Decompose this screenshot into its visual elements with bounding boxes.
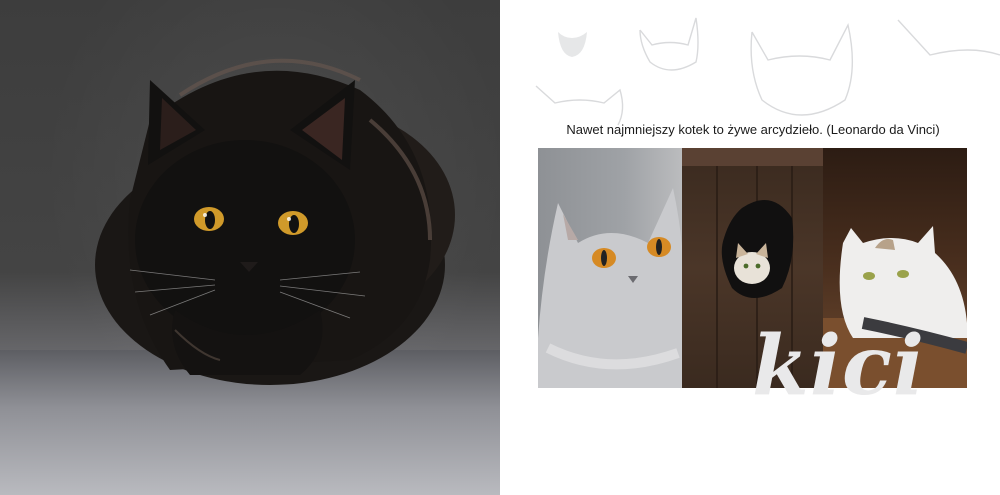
decorative-script-word: kici	[752, 318, 926, 414]
tabby-right-eye	[897, 270, 909, 278]
cat-head-doodle	[897, 19, 1000, 56]
right-page: Nawet najmniejszy kotek to żywe arcydzie…	[500, 0, 1000, 495]
cat-head-doodle	[750, 22, 854, 116]
cat-head-doodle	[535, 85, 624, 126]
eye-glint	[203, 213, 207, 217]
photo-book-spread: Nawet najmniejszy kotek to żywe arcydzie…	[0, 0, 1000, 495]
eye-glint	[287, 217, 291, 221]
quote-text: Nawet najmniejszy kotek to żywe arcydzie…	[566, 122, 940, 137]
gray-cat-illustration	[538, 188, 682, 388]
tabby-left-eye	[863, 272, 875, 280]
gray-cat-left-pupil	[601, 250, 607, 266]
cat-head	[135, 140, 355, 340]
cat-head-doodle	[639, 17, 699, 71]
cat-head-doodle	[558, 32, 587, 57]
gray-cat-right-pupil	[656, 239, 662, 255]
gray-cat-photo	[538, 148, 682, 388]
black-cat-illustration	[95, 58, 455, 385]
door-beam	[682, 148, 823, 166]
left-page-photo	[0, 0, 500, 495]
small-cat-eye	[755, 263, 761, 269]
small-cat-eye	[743, 263, 749, 269]
door-hole	[721, 200, 794, 298]
